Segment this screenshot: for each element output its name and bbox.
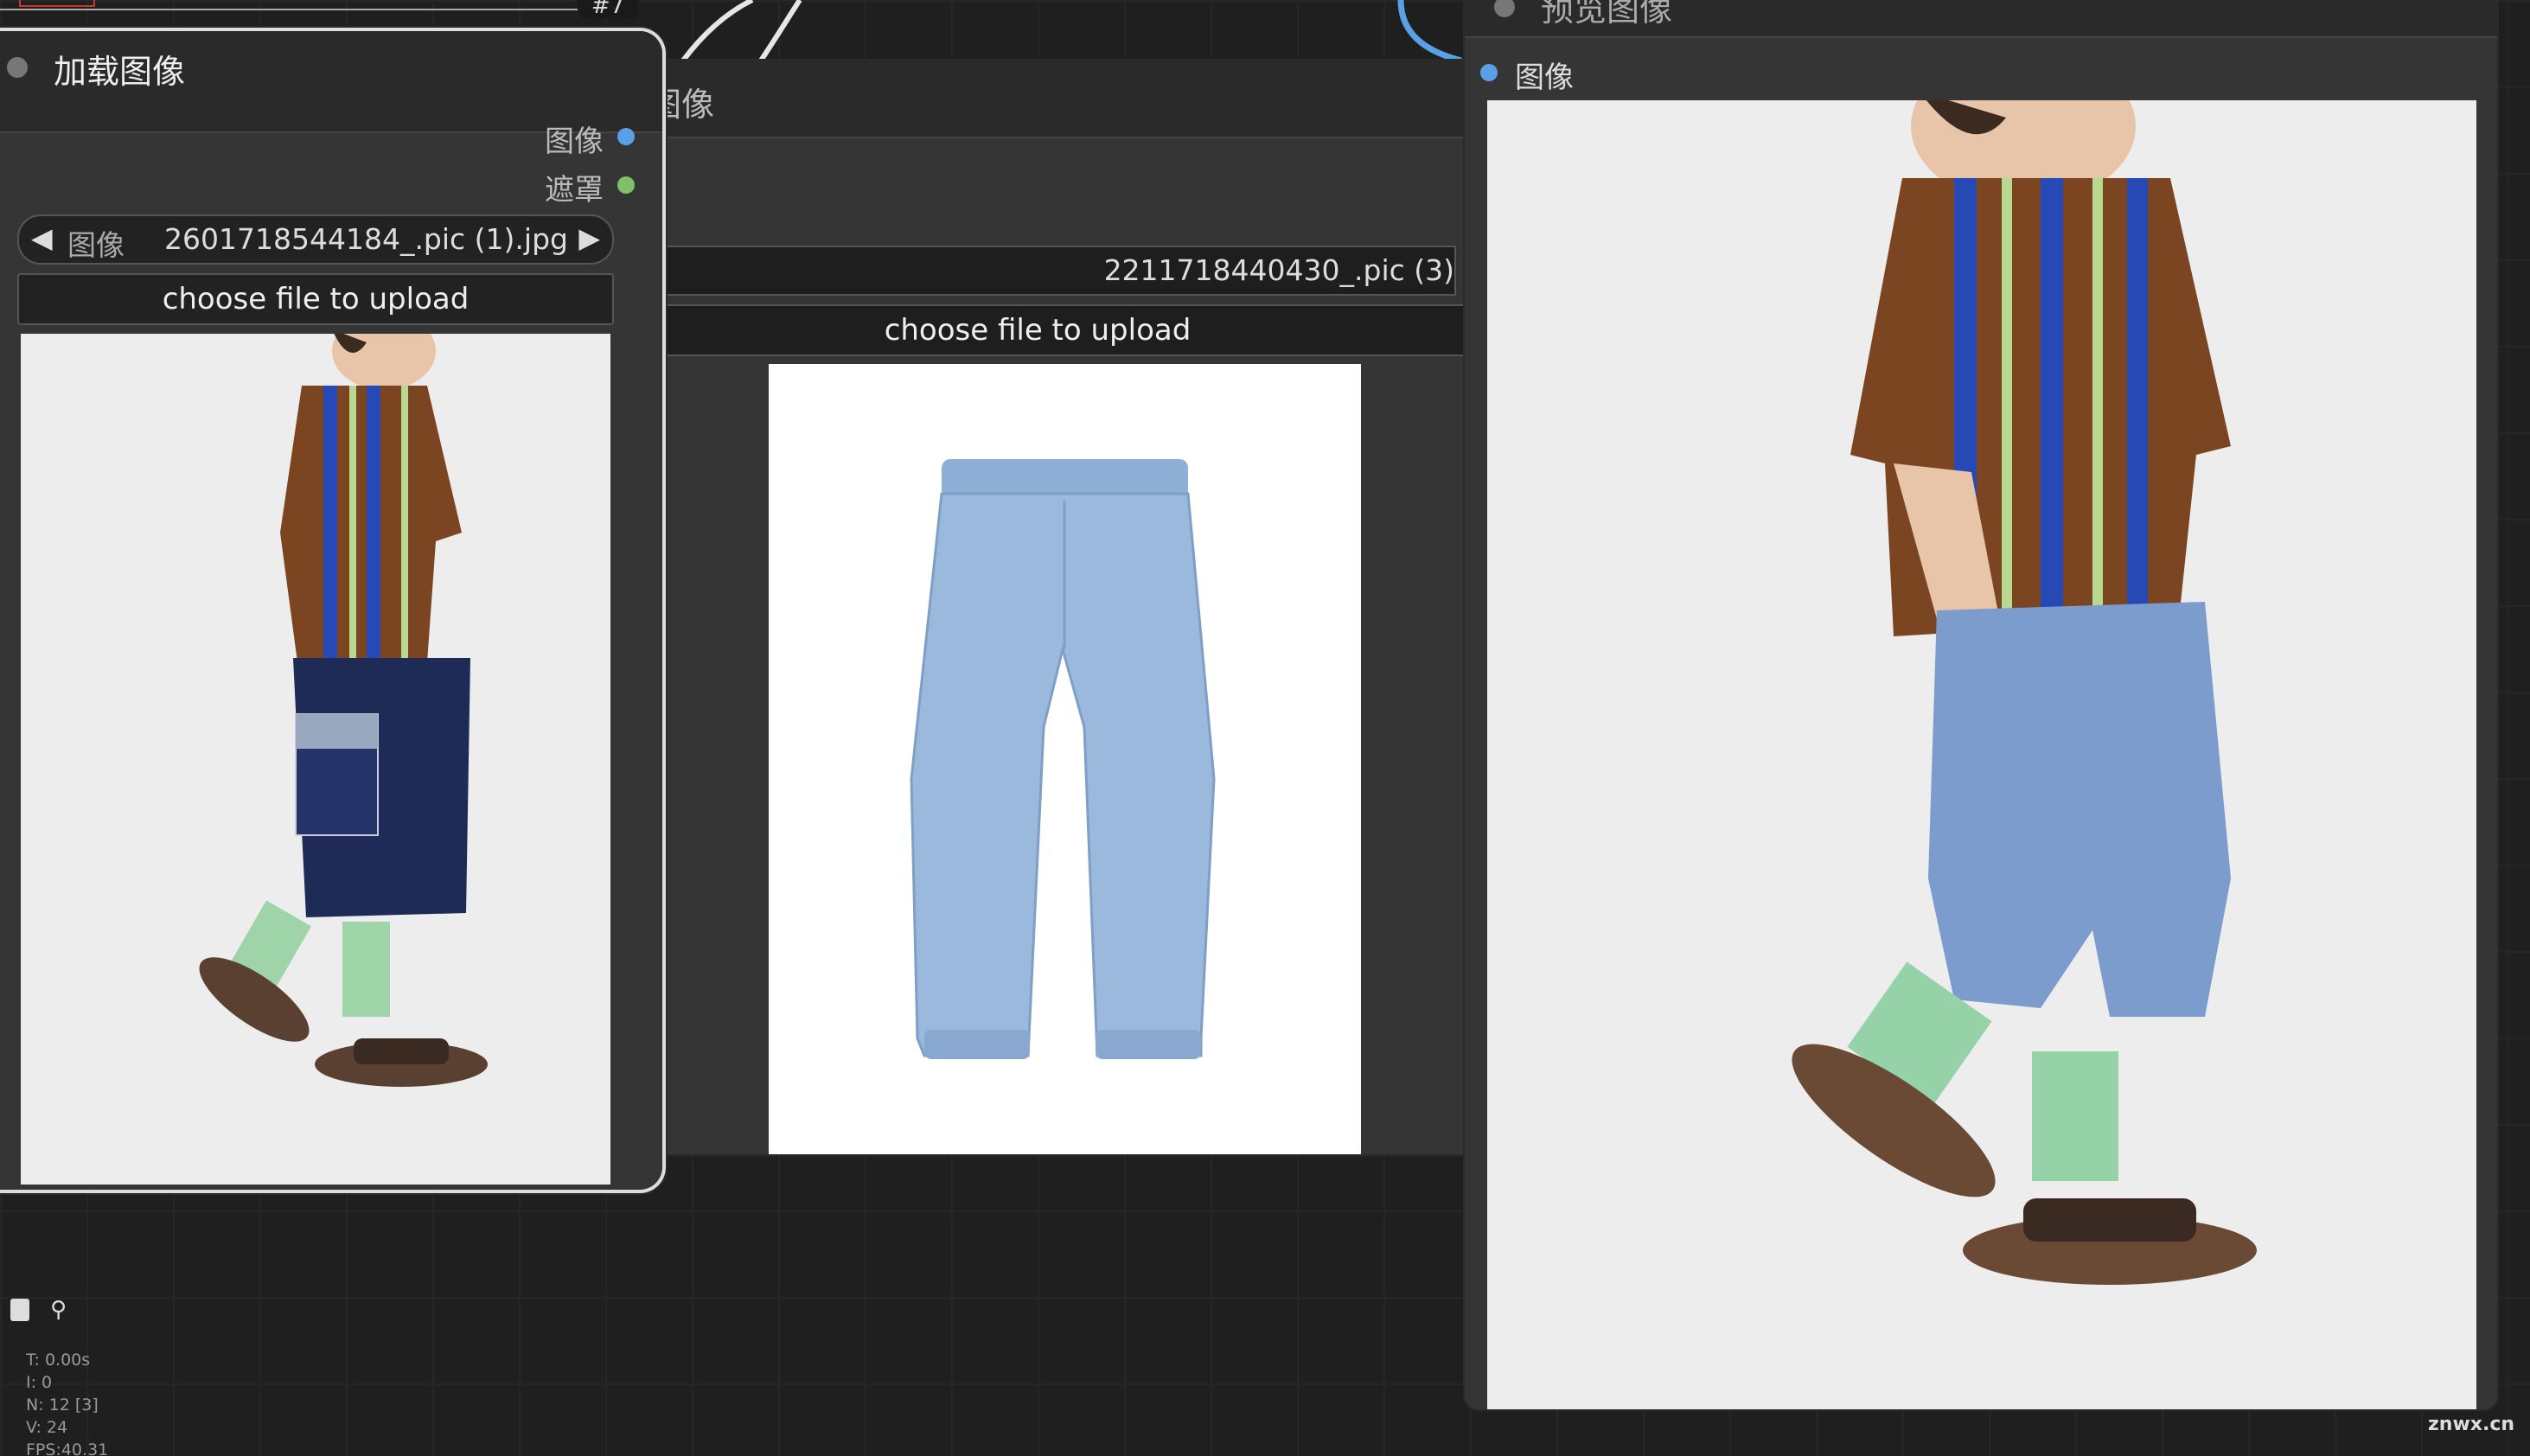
link-wire-blue xyxy=(1397,0,1462,64)
performance-stats: T: 0.00s I: 0 N: 12 [3] V: 24 FPS:40.31 xyxy=(26,1349,108,1456)
stat-i: I: 0 xyxy=(26,1373,53,1392)
node-id-badge: #7 xyxy=(578,0,638,19)
stat-v: V: 24 xyxy=(26,1418,68,1437)
child-try-on-result-photo xyxy=(1487,100,2476,1409)
image-combo-label: 图像 xyxy=(67,228,125,262)
output-label-image: 图像 xyxy=(545,125,604,159)
stat-nodes: N: 12 [3] xyxy=(26,1395,99,1414)
combo-prev-arrow-icon[interactable]: ◀ xyxy=(31,221,53,254)
combo-next-arrow-icon[interactable]: ▶ xyxy=(578,221,600,254)
middle-image-combo-value: 2211718440430_.pic (3) xyxy=(1103,253,1454,287)
load-image-title: 加载图像 xyxy=(54,53,186,91)
document-icon[interactable] xyxy=(10,1299,29,1321)
image-combo-value: 2601718544184_.pic (1).jpg xyxy=(164,222,568,256)
input-port-image[interactable] xyxy=(1480,64,1498,81)
selected-marker xyxy=(19,0,95,7)
pants-body xyxy=(910,492,1216,1057)
link-wire-white xyxy=(680,0,754,62)
load-image-preview xyxy=(21,334,610,1185)
middle-image-combo[interactable]: 2211718440430_.pic (3) xyxy=(605,246,1456,296)
preview-title-bar[interactable]: 预览图像 xyxy=(1465,0,2497,38)
preview-collapse-dot-icon[interactable] xyxy=(1494,0,1515,17)
stat-fps: FPS:40.31 xyxy=(26,1440,109,1456)
output-port-mask[interactable] xyxy=(617,176,635,194)
watermark: znwx.cn xyxy=(2428,1414,2515,1435)
load-image-node[interactable]: 加载图像 图像 遮罩 ◀ 图像 2601718544184_.pic (1).j… xyxy=(0,28,666,1193)
link-wire-white-2 xyxy=(758,0,802,62)
middle-load-image-node[interactable]: 图像 2211718440430_.pic (3) choose file to… xyxy=(605,61,1470,1154)
toolbar: ⚲ xyxy=(9,1295,78,1330)
input-label-image: 图像 xyxy=(1515,61,1574,95)
preview-image-node[interactable]: 预览图像 图像 xyxy=(1465,0,2497,1409)
middle-upload-button[interactable]: choose file to upload xyxy=(605,304,1470,356)
middle-preview-image xyxy=(769,364,1361,1154)
preview-result-image xyxy=(1487,100,2476,1409)
image-combo[interactable]: ◀ 图像 2601718544184_.pic (1).jpg ▶ xyxy=(17,214,614,265)
middle-node-title-bar[interactable]: 图像 xyxy=(605,61,1470,138)
collapse-dot-icon[interactable] xyxy=(7,57,28,78)
output-port-image[interactable] xyxy=(617,128,635,145)
pin-icon[interactable]: ⚲ xyxy=(50,1297,67,1323)
upload-button[interactable]: choose file to upload xyxy=(17,273,614,325)
output-label-mask: 遮罩 xyxy=(545,173,604,208)
denim-pants-photo xyxy=(910,459,1216,1059)
group-border-top xyxy=(0,9,578,10)
child-outfit-photo xyxy=(21,334,610,1185)
stat-time: T: 0.00s xyxy=(26,1351,91,1370)
preview-title: 预览图像 xyxy=(1541,0,1673,29)
